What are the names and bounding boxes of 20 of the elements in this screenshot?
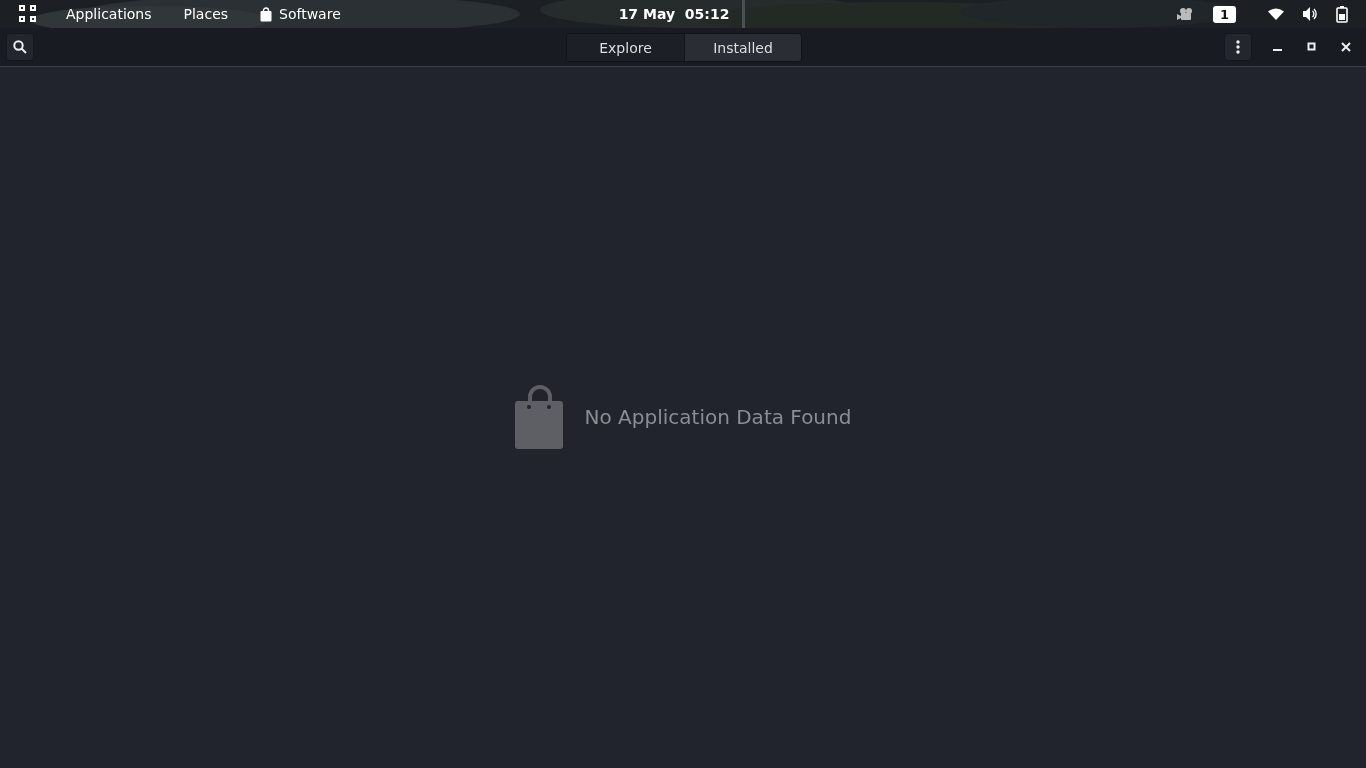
close-icon[interactable]	[1341, 42, 1351, 52]
search-button[interactable]	[6, 33, 34, 61]
view-tab[interactable]: Explore	[567, 34, 684, 61]
view-tab[interactable]: Installed	[684, 34, 801, 61]
menu-icon	[1236, 40, 1240, 54]
top-menu[interactable]: Places	[167, 6, 245, 22]
shopping-bag-icon	[514, 385, 565, 449]
clock[interactable]: 17 May 05:12	[618, 6, 730, 22]
app-menu[interactable]: Software	[279, 6, 341, 22]
menu-button[interactable]	[1224, 33, 1252, 61]
wifi-icon[interactable]	[1268, 8, 1284, 20]
video-camera-icon[interactable]	[1176, 7, 1195, 21]
empty-state-message: No Application Data Found	[584, 405, 852, 429]
search-icon	[13, 40, 27, 54]
maximize-icon[interactable]	[1307, 42, 1317, 52]
app-grid-icon[interactable]	[18, 4, 38, 24]
battery-icon[interactable]	[1336, 5, 1348, 23]
shopping-bag-icon	[260, 6, 273, 22]
volume-icon[interactable]	[1302, 6, 1318, 22]
top-menu[interactable]: Applications	[50, 6, 168, 22]
